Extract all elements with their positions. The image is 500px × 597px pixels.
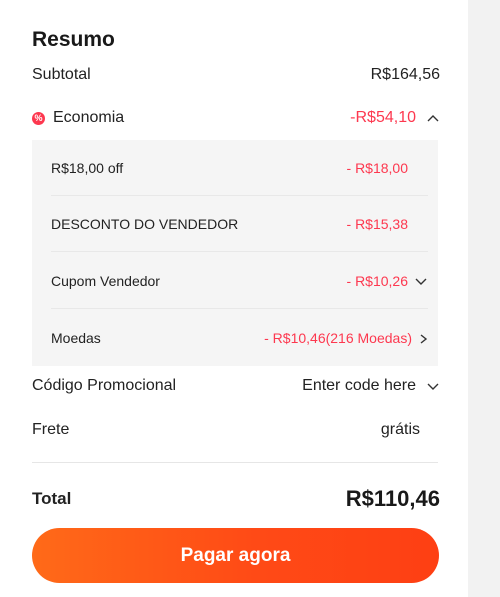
promo-code-label: Código Promocional bbox=[32, 377, 177, 394]
economy-details: R$18,00 off - R$18,00 DESCONTO DO VENDED… bbox=[32, 140, 438, 366]
economy-label: Economia bbox=[53, 109, 125, 126]
detail-value: - R$15,38 bbox=[346, 216, 408, 232]
promo-code-input[interactable]: Enter code here bbox=[302, 377, 416, 395]
detail-label: R$18,00 off bbox=[51, 160, 124, 176]
detail-label: Cupom Vendedor bbox=[51, 273, 160, 289]
economy-label-group: % Economia bbox=[32, 109, 124, 127]
detail-value: - R$10,46(216 Moedas) bbox=[264, 330, 412, 346]
subtotal-value: R$164,56 bbox=[370, 66, 440, 83]
detail-row-coins[interactable]: Moedas - R$10,46(216 Moedas) bbox=[51, 310, 428, 366]
shipping-row: Frete grátis bbox=[32, 421, 440, 439]
detail-label: DESCONTO DO VENDEDOR bbox=[51, 216, 239, 232]
pay-now-button[interactable]: Pagar agora bbox=[32, 528, 439, 583]
shipping-label: Frete bbox=[32, 421, 70, 438]
chevron-down-icon[interactable] bbox=[414, 276, 428, 286]
order-summary-panel: Resumo Subtotal R$164,56 % Economia -R$5… bbox=[0, 0, 468, 597]
divider bbox=[51, 251, 428, 252]
chevron-up-icon[interactable] bbox=[426, 113, 440, 123]
economy-value: -R$54,10 bbox=[350, 109, 416, 126]
discount-icon: % bbox=[32, 111, 45, 125]
total-label: Total bbox=[32, 489, 72, 508]
detail-label: Moedas bbox=[51, 330, 101, 346]
detail-row-seller-discount: DESCONTO DO VENDEDOR - R$15,38 bbox=[51, 196, 428, 252]
detail-value: - R$18,00 bbox=[346, 160, 408, 176]
detail-row-coupon-off: R$18,00 off - R$18,00 bbox=[51, 140, 428, 196]
chevron-down-icon[interactable] bbox=[426, 381, 440, 391]
total-row: Total R$110,46 bbox=[32, 486, 440, 512]
chevron-right-icon[interactable] bbox=[418, 333, 428, 344]
divider bbox=[32, 462, 438, 463]
divider bbox=[51, 308, 428, 309]
summary-title: Resumo bbox=[32, 28, 115, 51]
shipping-value: grátis bbox=[380, 421, 420, 438]
detail-value: - R$10,26 bbox=[346, 273, 408, 289]
total-value: R$110,46 bbox=[345, 486, 440, 511]
subtotal-label: Subtotal bbox=[32, 66, 91, 83]
economy-row[interactable]: % Economia -R$54,10 bbox=[32, 109, 440, 127]
promo-code-row[interactable]: Código Promocional Enter code here bbox=[32, 377, 440, 395]
subtotal-row: Subtotal R$164,56 bbox=[32, 66, 440, 84]
detail-row-seller-coupon[interactable]: Cupom Vendedor - R$10,26 bbox=[51, 253, 428, 309]
